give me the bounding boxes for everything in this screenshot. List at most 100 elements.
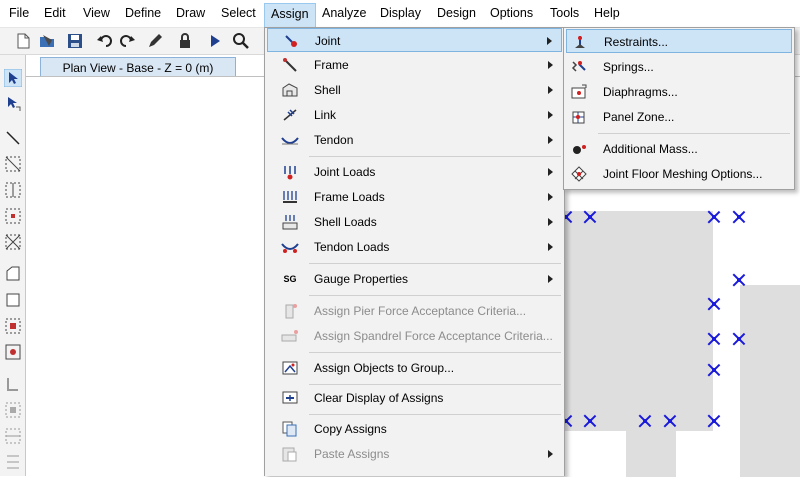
shell-loads-icon bbox=[282, 215, 298, 230]
menu-item-objects-to-group[interactable]: Assign Objects to Group... bbox=[267, 356, 562, 380]
pointer-icon[interactable] bbox=[4, 69, 22, 87]
menu-item-link[interactable]: Link bbox=[267, 103, 562, 127]
menu-tools[interactable]: Tools bbox=[550, 6, 579, 20]
diaphragms-icon bbox=[571, 84, 587, 99]
menu-item-copy-assigns[interactable]: Copy Assigns bbox=[267, 417, 562, 441]
menu-item-frame-loads[interactable]: Frame Loads bbox=[267, 185, 562, 209]
left-toolbar bbox=[0, 55, 26, 476]
draw-panel-icon[interactable] bbox=[4, 427, 22, 445]
menu-item-diaphragms[interactable]: Diaphragms... bbox=[566, 80, 792, 104]
springs-icon bbox=[571, 61, 586, 72]
joint-marker[interactable] bbox=[707, 363, 721, 377]
floor-meshing-icon bbox=[571, 166, 587, 182]
menu-design[interactable]: Design bbox=[437, 6, 476, 20]
menu-item-paste-assigns[interactable]: Paste Assigns bbox=[267, 442, 562, 466]
draw-floor-icon[interactable] bbox=[4, 265, 22, 283]
lock-icon[interactable] bbox=[176, 32, 194, 50]
open-file-icon[interactable] bbox=[38, 32, 56, 50]
draw-opening-icon[interactable] bbox=[4, 401, 22, 419]
menu-draw[interactable]: Draw bbox=[176, 6, 205, 20]
menu-item-joint[interactable]: Joint bbox=[267, 28, 562, 52]
spandrel-icon bbox=[281, 330, 298, 342]
menu-item-tendon-loads[interactable]: Tendon Loads bbox=[267, 235, 562, 259]
draw-area-icon[interactable] bbox=[4, 317, 22, 335]
menu-item-shell[interactable]: Shell bbox=[267, 78, 562, 102]
pencil-icon[interactable] bbox=[146, 32, 164, 50]
joint-marker[interactable] bbox=[707, 297, 721, 311]
panel-zone-icon bbox=[572, 111, 585, 124]
frame-icon bbox=[283, 58, 297, 72]
menu-view[interactable]: View bbox=[83, 6, 110, 20]
joint-marker[interactable] bbox=[583, 414, 597, 428]
menu-define[interactable]: Define bbox=[125, 6, 161, 20]
save-icon[interactable] bbox=[66, 32, 84, 50]
menu-file[interactable]: File bbox=[9, 6, 29, 20]
joint-icon bbox=[285, 35, 297, 47]
link-icon bbox=[283, 109, 297, 121]
redo-icon[interactable] bbox=[118, 32, 136, 50]
chevron-right-icon bbox=[548, 275, 553, 283]
menu-separator bbox=[598, 133, 790, 134]
undo-icon[interactable] bbox=[96, 32, 114, 50]
chevron-right-icon bbox=[547, 37, 552, 45]
assign-menu: Joint Frame Shell Link Tendon Joint Load… bbox=[264, 27, 565, 476]
menu-item-floor-meshing[interactable]: Joint Floor Meshing Options... bbox=[566, 162, 792, 186]
joint-marker[interactable] bbox=[707, 210, 721, 224]
menu-options[interactable]: Options bbox=[490, 6, 533, 20]
draw-point-icon[interactable] bbox=[4, 343, 22, 361]
group-icon bbox=[282, 361, 298, 375]
menu-item-clear-display[interactable]: Clear Display of Assigns bbox=[267, 386, 562, 410]
frame-loads-icon bbox=[283, 191, 297, 203]
run-analysis-icon[interactable] bbox=[206, 32, 224, 50]
joint-marker[interactable] bbox=[583, 210, 597, 224]
joint-marker[interactable] bbox=[732, 210, 746, 224]
chevron-right-icon bbox=[548, 218, 553, 226]
menu-item-tendon[interactable]: Tendon bbox=[267, 128, 562, 152]
menu-display[interactable]: Display bbox=[380, 6, 421, 20]
joint-marker[interactable] bbox=[638, 414, 652, 428]
clear-display-icon bbox=[282, 391, 298, 404]
menu-item-additional-mass[interactable]: Additional Mass... bbox=[566, 137, 792, 161]
joint-marker[interactable] bbox=[732, 332, 746, 346]
draw-line-icon[interactable] bbox=[4, 129, 22, 147]
menu-edit[interactable]: Edit bbox=[44, 6, 66, 20]
draw-column-icon[interactable] bbox=[4, 181, 22, 199]
menu-item-shell-loads[interactable]: Shell Loads bbox=[267, 210, 562, 234]
draw-wall-icon[interactable] bbox=[4, 375, 22, 393]
menu-separator bbox=[309, 352, 561, 353]
menu-item-restraints[interactable]: Restraints... bbox=[566, 29, 792, 53]
draw-beam-icon[interactable] bbox=[4, 207, 22, 225]
joint-marker[interactable] bbox=[663, 414, 677, 428]
menu-item-gauge-properties[interactable]: SG Gauge Properties bbox=[267, 267, 562, 291]
menu-item-springs[interactable]: Springs... bbox=[566, 55, 792, 79]
menu-item-spandrel-criteria: Assign Spandrel Force Acceptance Criteri… bbox=[267, 324, 562, 348]
menu-item-panel-zone[interactable]: Panel Zone... bbox=[566, 105, 792, 129]
chevron-right-icon bbox=[548, 86, 553, 94]
floor-area bbox=[740, 285, 800, 477]
menu-item-frame[interactable]: Frame bbox=[267, 53, 562, 77]
menu-bar: File Edit View Define Draw Select Assign… bbox=[0, 0, 800, 28]
menu-analyze[interactable]: Analyze bbox=[322, 6, 366, 20]
draw-brace-icon[interactable] bbox=[4, 155, 22, 173]
chevron-right-icon bbox=[548, 61, 553, 69]
menu-separator bbox=[309, 384, 561, 385]
menu-select[interactable]: Select bbox=[221, 6, 256, 20]
joint-marker[interactable] bbox=[707, 332, 721, 346]
joint-marker[interactable] bbox=[707, 414, 721, 428]
draw-x-brace-icon[interactable] bbox=[4, 233, 22, 251]
new-file-icon[interactable] bbox=[14, 32, 32, 50]
joint-loads-icon bbox=[284, 166, 296, 180]
chevron-right-icon bbox=[548, 243, 553, 251]
menu-help[interactable]: Help bbox=[594, 6, 620, 20]
menu-separator bbox=[309, 156, 561, 157]
menu-assign[interactable]: Assign bbox=[264, 3, 316, 27]
draw-rect-floor-icon[interactable] bbox=[4, 291, 22, 309]
menu-item-joint-loads[interactable]: Joint Loads bbox=[267, 160, 562, 184]
draw-grid-icon[interactable] bbox=[4, 453, 22, 471]
mass-icon bbox=[573, 145, 586, 154]
tab-plan-view[interactable]: Plan View - Base - Z = 0 (m) bbox=[40, 57, 236, 77]
reshape-icon[interactable] bbox=[4, 95, 22, 113]
joint-marker[interactable] bbox=[732, 273, 746, 287]
menu-separator bbox=[309, 263, 561, 264]
zoom-icon[interactable] bbox=[232, 32, 250, 50]
